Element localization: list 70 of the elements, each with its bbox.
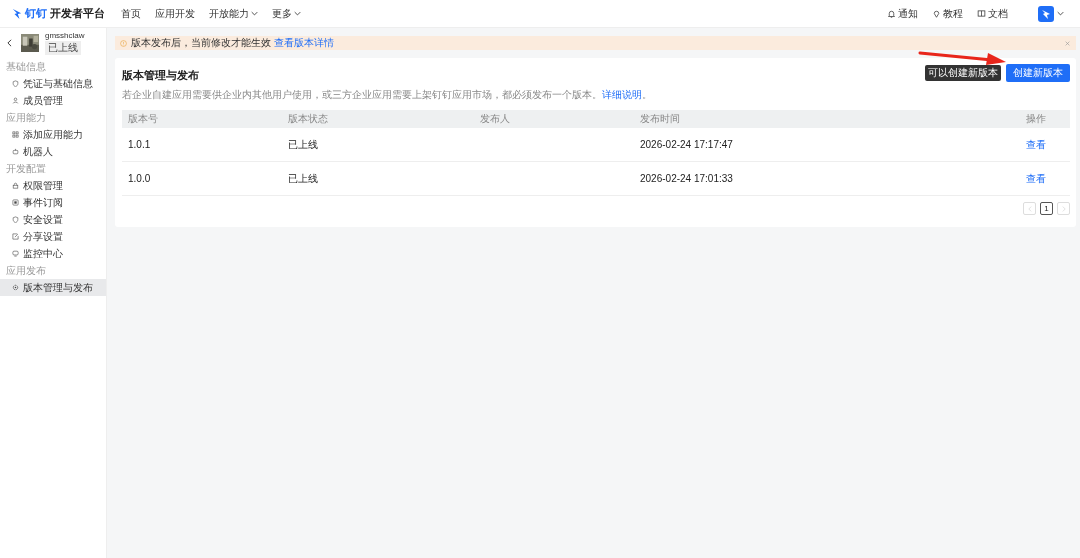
sidebar-item[interactable]: 权限管理 (0, 177, 106, 194)
sidebar-item[interactable]: 成员管理 (0, 92, 106, 109)
previous-page-button[interactable] (1023, 202, 1036, 215)
edit-icon (12, 233, 19, 240)
chevron-left-icon (1027, 205, 1032, 212)
nav-link[interactable]: 首页 (121, 6, 141, 21)
notice-text: 版本发布后，当前修改才能生效 查看版本详情 (131, 36, 334, 50)
chevron-right-icon (1061, 205, 1066, 212)
table-cell-text: 2026-02-24 17:17:47 (639, 139, 734, 150)
table-cell-text: 2026-02-24 17:01:33 (639, 173, 734, 184)
sidebar-section-title: 基础信息 (5, 60, 47, 74)
sidebar-section-title: 开发配置 (5, 162, 47, 176)
create-version-button[interactable]: 创建新版本 (1006, 63, 1070, 82)
logo-icon (12, 7, 22, 20)
sidebar-section-title: 应用发布 (5, 264, 47, 278)
sidebar-item[interactable]: 分享设置 (0, 228, 106, 245)
details-link[interactable]: 查看版本详情 (273, 37, 334, 48)
logo-text[interactable]: 钉钉 (25, 6, 47, 21)
bell-icon (887, 9, 896, 18)
lock-icon (12, 182, 19, 189)
column-header: 版本号 (127, 112, 159, 126)
platform-title: 开发者平台 (50, 6, 105, 21)
sidebar-item[interactable]: 机器人 (0, 143, 106, 160)
view-link[interactable]: 查看 (1026, 172, 1046, 184)
tooltip: 可以创建新版本 (925, 64, 1001, 81)
close-icon[interactable] (1065, 40, 1070, 46)
grid-icon (12, 131, 19, 138)
header-link[interactable]: 文档 (977, 6, 1008, 21)
column-header: 发布人 (479, 112, 511, 126)
robot-icon (12, 148, 19, 155)
nav-link[interactable]: 开放能力 (209, 6, 258, 21)
sidebar-item[interactable]: 监控中心 (0, 245, 106, 262)
column-header: 发布时间 (639, 112, 681, 126)
status-tag: 已上线 (45, 41, 81, 55)
nav-link[interactable]: 应用开发 (155, 6, 195, 21)
shield-icon (12, 216, 19, 223)
sidebar-item[interactable]: 凭证与基础信息 (0, 75, 106, 92)
table-cell-text: 1.0.0 (127, 173, 152, 184)
details-link[interactable]: 详细说明 (602, 89, 642, 100)
table-cell-text: 已上线 (287, 137, 319, 152)
description-text: 若企业自建应用需要供企业内其他用户使用，或三方企业应用需要上架钉钉应用市场，都必须发布一个版本。详细说明。 (122, 88, 653, 102)
table-cell-text: 1.0.1 (127, 139, 152, 150)
gear-icon (12, 284, 19, 291)
chevron-down-icon (1057, 11, 1064, 16)
logo-icon (1038, 5, 1054, 22)
view-link[interactable]: 查看 (1026, 138, 1046, 150)
warning-icon (120, 39, 127, 47)
header-link[interactable]: 通知 (887, 6, 918, 21)
column-header: 操作 (1025, 112, 1047, 126)
monitor-icon (12, 250, 19, 257)
next-page-button[interactable] (1057, 202, 1070, 215)
shield-icon (12, 80, 19, 87)
back-icon[interactable] (7, 39, 12, 47)
page-title: 版本管理与发布 (122, 68, 199, 83)
sidebar-section-title: 应用能力 (5, 111, 47, 125)
location-pin-icon (932, 9, 941, 18)
sidebar-item[interactable]: 安全设置 (0, 211, 106, 228)
sidebar-item[interactable]: 版本管理与发布 (0, 279, 106, 296)
nav-link[interactable]: 更多 (272, 6, 301, 21)
page-button[interactable]: 1 (1040, 202, 1053, 215)
person-icon (12, 97, 19, 104)
column-header: 版本状态 (287, 112, 329, 126)
sidebar-item[interactable]: 添加应用能力 (0, 126, 106, 143)
table-cell-text: 已上线 (287, 171, 319, 186)
app-name: gmsshclaw (45, 31, 85, 40)
book-icon (977, 9, 986, 18)
header-link[interactable]: 教程 (932, 6, 963, 21)
sidebar-item[interactable]: 事件订阅 (0, 194, 106, 211)
square-icon (12, 199, 19, 206)
avatar-menu[interactable] (1038, 5, 1064, 22)
